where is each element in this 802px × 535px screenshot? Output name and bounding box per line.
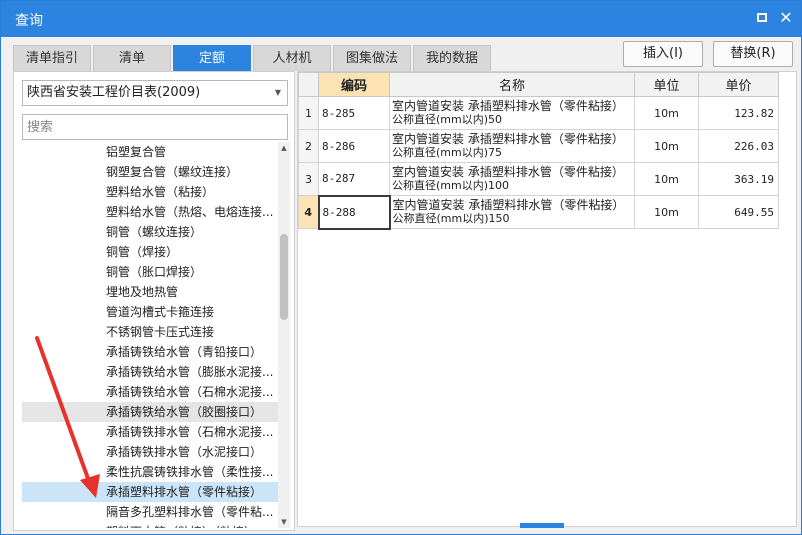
column-header-code[interactable]: 编码 [318, 72, 390, 97]
quota-tree: 铝塑复合管 钢塑复合管（螺纹连接） 塑料给水管（粘接） 塑料给水管（热熔、电熔连接..… [22, 142, 278, 528]
grid-header-row: 编码 名称 单位 单价 [298, 72, 779, 97]
cell-name-line1: 室内管道安装 承插塑料排水管（零件粘接） [392, 99, 624, 113]
cell-price[interactable]: 123.82 [698, 96, 779, 130]
close-icon[interactable]: ✕ [779, 10, 793, 26]
tree-item[interactable]: 塑料雨水管（粘接）（粘接） [22, 522, 278, 528]
cell-name-line1: 室内管道安装 承插塑料排水管（零件粘接） [392, 165, 624, 179]
cell-price[interactable]: 226.03 [698, 129, 779, 163]
tree-item[interactable]: 铜管（胀口焊接） [22, 262, 278, 282]
cell-code[interactable]: 8-286 [318, 129, 390, 163]
tree-item[interactable]: 埋地及地热管 [22, 282, 278, 302]
tree-item[interactable]: 柔性抗震铸铁排水管（柔性接... [22, 462, 278, 482]
cell-code[interactable]: 8-288 [317, 194, 391, 230]
cell-name[interactable]: 室内管道安装 承插塑料排水管（零件粘接） 公称直径(mm以内)50 [389, 96, 635, 130]
tree-item[interactable]: 承插铸铁给水管（石棉水泥接... [22, 382, 278, 402]
maximize-icon[interactable] [755, 11, 769, 25]
row-number[interactable]: 4 [298, 195, 319, 229]
tree-item[interactable]: 铝塑复合管 [22, 142, 278, 162]
tree-item[interactable]: 不锈钢管卡压式连接 [22, 322, 278, 342]
cell-name-line2: 公称直径(mm以内)75 [392, 146, 503, 159]
title-bar[interactable]: 查询 ✕ [1, 1, 801, 37]
tree-item[interactable]: 钢塑复合管（螺纹连接） [22, 162, 278, 182]
library-select[interactable]: 陕西省安装工程价目表(2009) ▼ [22, 80, 288, 106]
tab-my-data[interactable]: 我的数据 [413, 45, 491, 71]
tree-item[interactable]: 承插铸铁给水管（膨胀水泥接... [22, 362, 278, 382]
cell-code[interactable]: 8-287 [318, 162, 390, 196]
quota-grid: 编码 名称 单位 单价 1 8-285 室内管道安装 承插塑料排水管（零件粘接） 公称… [298, 72, 779, 230]
cell-name-line2: 公称直径(mm以内)150 [392, 212, 510, 225]
search-input[interactable] [22, 114, 288, 140]
tree-item[interactable]: 铜管（焊接） [22, 242, 278, 262]
row-number[interactable]: 3 [298, 162, 319, 196]
tab-atlas-method[interactable]: 图集做法 [333, 45, 411, 71]
cell-name-line2: 公称直径(mm以内)50 [392, 113, 503, 126]
quota-grid-panel: 编码 名称 单位 单价 1 8-285 室内管道安装 承插塑料排水管（零件粘接） 公称… [297, 71, 797, 528]
row-number[interactable]: 2 [298, 129, 319, 163]
scroll-down-icon[interactable]: ▼ [278, 516, 290, 528]
column-header-unit[interactable]: 单位 [634, 72, 699, 97]
cell-unit[interactable]: 10m [634, 162, 699, 196]
table-row[interactable]: 3 8-287 室内管道安装 承插塑料排水管（零件粘接） 公称直径(mm以内)100 1… [298, 162, 779, 196]
tab-bill[interactable]: 清单 [93, 45, 171, 71]
tree-item[interactable]: 管道沟槽式卡箍连接 [22, 302, 278, 322]
tree-item[interactable]: 承插铸铁给水管（胶圈接口） [22, 402, 278, 422]
cell-price[interactable]: 649.55 [698, 195, 779, 229]
cell-name[interactable]: 室内管道安装 承插塑料排水管（零件粘接） 公称直径(mm以内)150 [389, 195, 635, 229]
scroll-up-icon[interactable]: ▲ [278, 142, 290, 154]
table-row[interactable]: 4 8-288 室内管道安装 承插塑料排水管（零件粘接） 公称直径(mm以内)150 1… [298, 194, 779, 230]
tab-quota[interactable]: 定额 [173, 45, 251, 71]
cell-name[interactable]: 室内管道安装 承插塑料排水管（零件粘接） 公称直径(mm以内)100 [389, 162, 635, 196]
library-select-value: 陕西省安装工程价目表(2009) [27, 85, 201, 100]
tree-scrollbar[interactable]: ▲ ▼ [278, 142, 290, 528]
scroll-thumb[interactable] [280, 234, 288, 320]
tree-item[interactable]: 塑料给水管（粘接） [22, 182, 278, 202]
cell-name-line2: 公称直径(mm以内)100 [392, 179, 510, 192]
query-dialog: 查询 ✕ 清单指引 清单 定额 人材机 图集做法 我的数据 插入(I) 替换(R… [0, 0, 802, 535]
tree-item[interactable]: 承插铸铁排水管（水泥接口） [22, 442, 278, 462]
tree-item[interactable]: 承插铸铁给水管（青铅接口） [22, 342, 278, 362]
cell-name[interactable]: 室内管道安装 承插塑料排水管（零件粘接） 公称直径(mm以内)75 [389, 129, 635, 163]
cell-name-line1: 室内管道安装 承插塑料排水管（零件粘接） [392, 198, 625, 212]
column-header-price[interactable]: 单价 [698, 72, 779, 97]
tree-item[interactable]: 承插塑料排水管（零件粘接） [22, 482, 278, 502]
tree-item[interactable]: 承插铸铁排水管（石棉水泥接... [22, 422, 278, 442]
tree-item[interactable]: 塑料给水管（热熔、电熔连接... [22, 202, 278, 222]
cell-name-line1: 室内管道安装 承插塑料排水管（零件粘接） [392, 132, 624, 146]
table-row[interactable]: 1 8-285 室内管道安装 承插塑料排水管（零件粘接） 公称直径(mm以内)50 10… [298, 96, 779, 130]
row-number[interactable]: 1 [298, 96, 319, 130]
cell-unit[interactable]: 10m [634, 129, 699, 163]
table-row[interactable]: 2 8-286 室内管道安装 承插塑料排水管（零件粘接） 公称直径(mm以内)75 10… [298, 129, 779, 163]
replace-button[interactable]: 替换(R) [713, 41, 793, 67]
cell-price[interactable]: 363.19 [698, 162, 779, 196]
tree-item[interactable]: 隔音多孔塑料排水管（零件粘... [22, 502, 278, 522]
left-panel: 陕西省安装工程价目表(2009) ▼ 铝塑复合管钢塑复合管（螺纹连接）塑料给水管… [13, 71, 295, 531]
cell-unit[interactable]: 10m [634, 96, 699, 130]
chevron-down-icon[interactable]: ▼ [275, 81, 281, 105]
row-number-header [298, 72, 319, 97]
cell-code[interactable]: 8-285 [318, 96, 390, 130]
insert-button[interactable]: 插入(I) [623, 41, 703, 67]
dialog-title: 查询 [15, 13, 43, 29]
tree-item[interactable]: 铜管（螺纹连接） [22, 222, 278, 242]
cell-unit[interactable]: 10m [634, 195, 699, 229]
column-header-name[interactable]: 名称 [389, 72, 635, 97]
tab-labor-material-machine[interactable]: 人材机 [253, 45, 331, 71]
splitter-handle[interactable] [520, 523, 564, 528]
tab-bill-guide[interactable]: 清单指引 [13, 45, 91, 71]
